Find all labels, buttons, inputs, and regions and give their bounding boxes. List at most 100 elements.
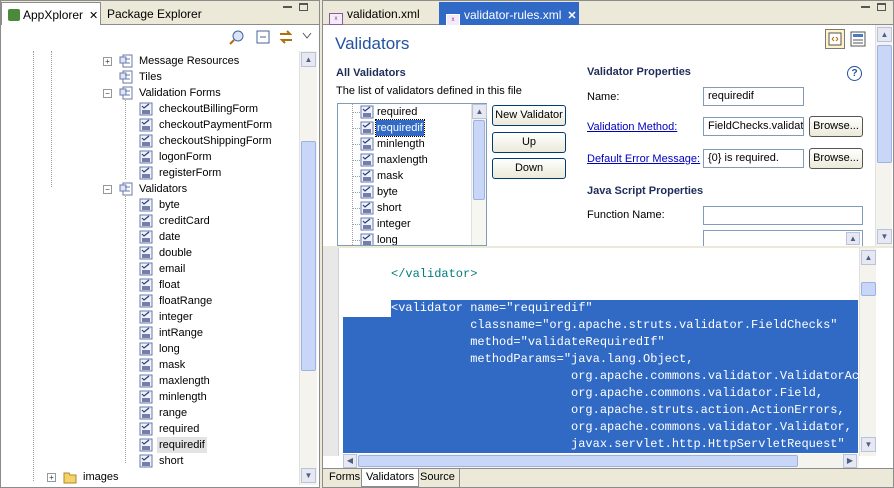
scroll-up-icon[interactable]: ▲ [861, 250, 876, 265]
js-code-field[interactable] [703, 230, 863, 246]
form-scrollbar[interactable]: ▲ ▼ [875, 25, 892, 246]
default-error-message-field[interactable]: {0} is required. [703, 149, 804, 168]
new-validator-button[interactable]: New Validator [492, 105, 566, 126]
maximize-icon[interactable] [877, 3, 886, 11]
tab-forms[interactable]: Forms [325, 469, 366, 487]
tree-item-validator[interactable]: requiredif [3, 437, 301, 453]
validators-list-scrollbar[interactable]: ▲ [471, 104, 487, 245]
validators-list-item[interactable]: short [338, 200, 472, 216]
tab-validators[interactable]: Validators [361, 469, 420, 487]
expand-icon[interactable]: + [103, 57, 112, 66]
scroll-down-icon[interactable]: ▼ [861, 437, 876, 452]
tree-item-validator[interactable]: long [3, 341, 301, 357]
scroll-up-icon[interactable]: ▲ [472, 104, 487, 119]
validators-list-item[interactable]: byte [338, 184, 472, 200]
validators-list-item[interactable]: integer [338, 216, 472, 232]
tab-validation-xml[interactable]: x validation.xml [323, 2, 438, 25]
validators-list-item-label: byte [377, 186, 398, 198]
validators-list[interactable]: required requiredif minlength maxlength mask… [337, 103, 487, 246]
tree-item-validator[interactable]: required [3, 421, 301, 437]
down-button[interactable]: Down [492, 158, 566, 179]
scroll-left-icon[interactable]: ◀ [343, 454, 357, 468]
tab-appxplorer[interactable]: AppXplorer ✕ [1, 2, 101, 25]
tree-item-validator[interactable]: integer [3, 309, 301, 325]
link-editor-icon[interactable] [278, 29, 294, 45]
design-view-icon[interactable] [849, 30, 867, 48]
tree-item-validator[interactable]: maxlength [3, 373, 301, 389]
view-menu-icon[interactable] [302, 31, 312, 39]
name-label: Name: [587, 91, 620, 103]
close-icon[interactable]: ✕ [89, 10, 98, 22]
tree-item-images[interactable]: + images [3, 469, 301, 485]
source-view-icon[interactable] [825, 29, 845, 49]
tree-item-validator[interactable]: floatRange [3, 293, 301, 309]
collapse-icon[interactable]: − [103, 185, 112, 194]
tab-validator-rules-xml[interactable]: x validator-rules.xml ✕ [439, 2, 579, 26]
tree-item-validator[interactable]: intRange [3, 325, 301, 341]
tree-item-validator[interactable]: double [3, 245, 301, 261]
tree-item-validators[interactable]: − Validators [3, 181, 301, 197]
name-field[interactable]: requiredif [703, 87, 804, 106]
tab-source[interactable]: Source [416, 469, 460, 487]
tree-item-validator[interactable]: minlength [3, 389, 301, 405]
tree-item-validation-forms[interactable]: − Validation Forms [3, 85, 301, 101]
tab-package-explorer[interactable]: Package Explorer [101, 2, 208, 25]
default-error-message-link[interactable]: Default Error Message: [587, 153, 700, 165]
scroll-down-icon[interactable]: ▼ [877, 229, 892, 244]
tree-item-validator[interactable]: email [3, 261, 301, 277]
help-icon[interactable]: ? [847, 66, 862, 81]
collapse-icon[interactable]: − [103, 89, 112, 98]
validators-list-item[interactable]: minlength [338, 136, 472, 152]
zoom-icon[interactable] [229, 29, 245, 45]
source-vscrollbar[interactable]: ▲ ▼ [859, 248, 876, 456]
browse-error-button[interactable]: Browse... [809, 148, 863, 169]
expand-icon[interactable]: + [47, 473, 56, 482]
validators-list-item[interactable]: requiredif [338, 119, 472, 137]
code-area[interactable]: </validator> <validator name="requiredif"… [343, 266, 858, 453]
minimize-icon[interactable] [283, 6, 292, 8]
tree-item-validator[interactable]: creditCard [3, 213, 301, 229]
tree-item-validator[interactable]: float [3, 277, 301, 293]
validators-list-item[interactable]: required [338, 104, 472, 120]
scroll-up-icon[interactable]: ▲ [301, 52, 316, 67]
up-button[interactable]: Up [492, 132, 566, 153]
function-name-field[interactable] [703, 206, 863, 225]
close-icon[interactable]: ✕ [567, 10, 576, 22]
scroll-up-icon[interactable]: ▲ [846, 232, 860, 245]
tree-item-validator[interactable]: short [3, 453, 301, 469]
tree-item-validator[interactable]: range [3, 405, 301, 421]
minimize-icon[interactable] [861, 6, 870, 8]
tree-item-tiles[interactable]: Tiles [3, 69, 301, 85]
tree-item-form[interactable]: checkoutPaymentForm [3, 117, 301, 133]
scroll-thumb[interactable] [473, 120, 485, 200]
scroll-thumb[interactable] [358, 455, 798, 467]
tree-item-form[interactable]: registerForm [3, 165, 301, 181]
tree-item-form[interactable]: checkoutShippingForm [3, 133, 301, 149]
source-editor[interactable]: </validator> <validator name="requiredif"… [323, 246, 893, 469]
scroll-thumb[interactable] [877, 45, 892, 163]
maximize-icon[interactable] [299, 3, 308, 11]
source-hscrollbar[interactable]: ◀ ▶ [343, 454, 859, 469]
tree-item-validator[interactable]: byte [3, 197, 301, 213]
tree-item-message-resources[interactable]: + Message Resources [3, 53, 301, 69]
tree-item-form[interactable]: logonForm [3, 149, 301, 165]
tree-scrollbar[interactable]: ▲ ▼ [299, 51, 317, 485]
tree-item-validator[interactable]: date [3, 229, 301, 245]
app-explorer-view: AppXplorer ✕ Package Explorer + Message Re… [0, 0, 320, 488]
tree-item-label: checkoutShippingForm [159, 135, 272, 147]
scroll-down-icon[interactable]: ▼ [301, 468, 316, 483]
validation-method-link[interactable]: Validation Method: [587, 121, 677, 133]
browse-method-button[interactable]: Browse... [809, 116, 863, 137]
page-title: Validators [335, 34, 410, 53]
tree-item-validator[interactable]: mask [3, 357, 301, 373]
scroll-thumb[interactable] [861, 282, 876, 296]
validators-list-item[interactable]: long [338, 232, 472, 245]
tree-item-form[interactable]: checkoutBillingForm [3, 101, 301, 117]
collapse-all-icon[interactable] [256, 30, 270, 44]
scroll-right-icon[interactable]: ▶ [843, 454, 857, 468]
validators-list-item[interactable]: maxlength [338, 152, 472, 168]
validation-method-field[interactable]: FieldChecks.validat [703, 117, 804, 136]
scroll-up-icon[interactable]: ▲ [877, 27, 892, 42]
scroll-thumb[interactable] [301, 141, 316, 371]
validators-list-item[interactable]: mask [338, 168, 472, 184]
